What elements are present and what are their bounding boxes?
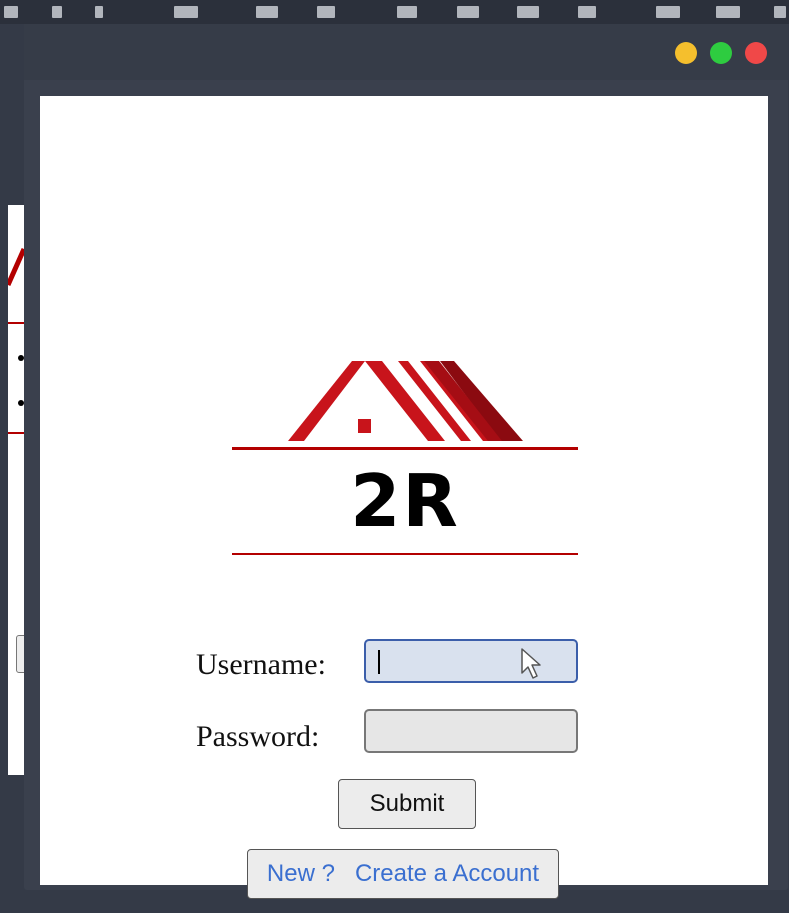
- password-input[interactable]: [364, 709, 578, 753]
- toolbar-icon[interactable]: [716, 6, 740, 18]
- roof-fragment: [8, 247, 24, 287]
- create-account-link[interactable]: Create a Account: [355, 860, 539, 887]
- login-content: 2R Username: Password: Submit New ? Crea…: [40, 96, 768, 899]
- maximize-button[interactable]: [710, 42, 732, 64]
- new-prompt: New ?: [266, 860, 335, 887]
- background-document-strip: [8, 205, 28, 775]
- toolbar-icon[interactable]: [174, 6, 198, 18]
- username-input[interactable]: [364, 639, 578, 683]
- submit-button[interactable]: Submit: [338, 779, 476, 829]
- toolbar-icon[interactable]: [317, 6, 335, 18]
- toolbar-icon[interactable]: [517, 6, 539, 18]
- brand-name: 2R: [350, 459, 460, 543]
- company-logo: 2R: [232, 361, 578, 561]
- text-caret: [378, 650, 380, 674]
- toolbar-icon[interactable]: [656, 6, 680, 18]
- divider: [8, 432, 24, 434]
- submit-button-label: Submit: [369, 790, 445, 817]
- toolbar-icon[interactable]: [4, 6, 18, 18]
- password-label: Password:: [196, 720, 320, 753]
- toolbar-icon[interactable]: [52, 6, 62, 18]
- login-window: 2R Username: Password: Submit New ? Crea…: [24, 24, 788, 899]
- background-toolbar: [0, 0, 789, 24]
- divider: [8, 322, 24, 324]
- toolbar-icon[interactable]: [95, 6, 103, 18]
- toolbar-icon[interactable]: [397, 6, 417, 18]
- create-account-button[interactable]: New ? Create a Account: [247, 849, 559, 899]
- mouse-pointer-icon: [521, 648, 541, 679]
- toolbar-icon[interactable]: [578, 6, 596, 18]
- toolbar-icon[interactable]: [256, 6, 278, 18]
- minimize-button[interactable]: [675, 42, 697, 64]
- toolbar-icon[interactable]: [457, 6, 479, 18]
- close-button[interactable]: [745, 42, 767, 64]
- title-bar[interactable]: [24, 24, 788, 80]
- username-label: Username:: [196, 648, 326, 681]
- toolbar-icon[interactable]: [774, 6, 786, 18]
